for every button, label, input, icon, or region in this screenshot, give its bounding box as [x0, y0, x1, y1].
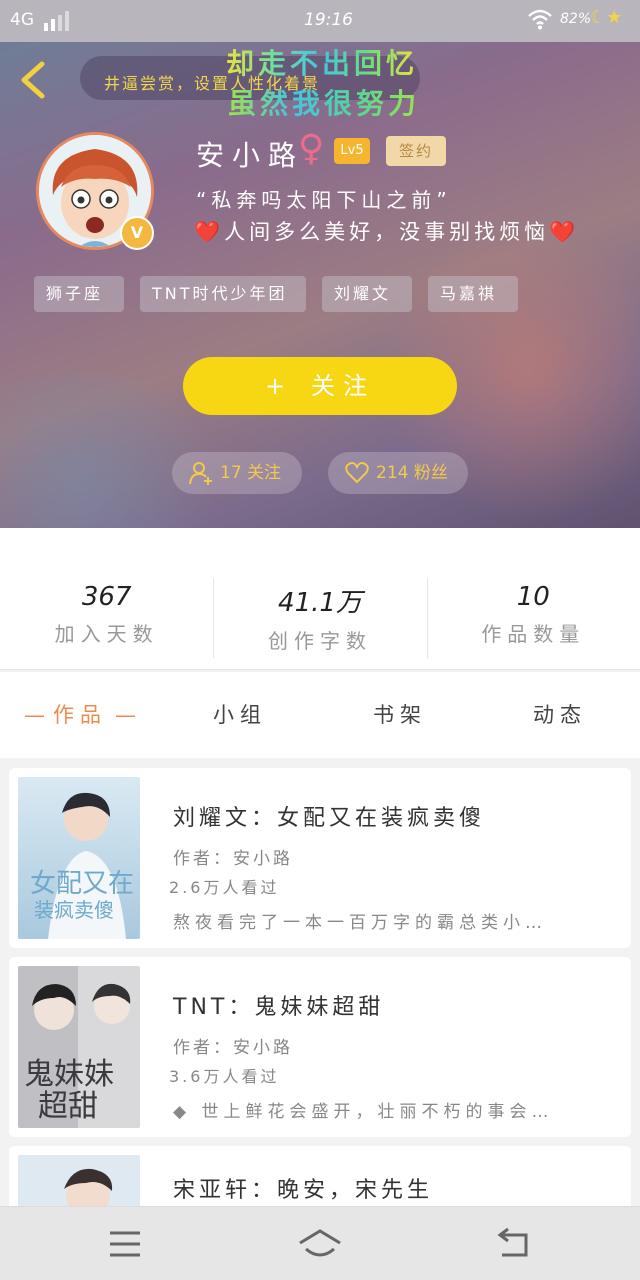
return-icon: [497, 1227, 528, 1257]
fans-count: 214 粉丝: [376, 463, 448, 483]
moon-stars-icon: ☾★: [590, 7, 623, 28]
book-cover: 女配又在 装疯卖傻: [18, 777, 140, 939]
profile-header: 井逼尝赏，设置人性化着景 却走不出回忆 虽然我很努力 V 安小路 ♀ Lv5 签…: [0, 42, 640, 528]
list-item[interactable]: 鬼妹妹 超甜 TNT：鬼妹妹超甜 作者：安小路 3.6万人看过 ◆ 世上鲜花会盛…: [9, 957, 631, 1137]
list-item[interactable]: 宋亚轩：晚安，宋先生: [9, 1146, 631, 1206]
home-button[interactable]: [296, 1227, 344, 1261]
stat-label: 创作字数: [267, 629, 372, 653]
tag-item[interactable]: 狮子座: [34, 276, 124, 312]
stat-value: 10: [516, 582, 550, 612]
tag-list: 狮子座 TNT时代少年团 刘耀文 马嘉祺: [34, 276, 518, 312]
tab-works[interactable]: 作品: [0, 672, 160, 758]
clock: 19:16: [304, 10, 353, 30]
work-title: 宋亚轩：晚安，宋先生: [173, 1178, 434, 1203]
following-count: 17 关注: [220, 463, 282, 483]
stat-value: 41.1万: [278, 588, 362, 618]
work-desc: 熬夜看完了一本一百万字的霸总类小…: [173, 913, 547, 933]
overlay-text-line1: 却走不出回忆: [226, 42, 418, 82]
vip-badge: V: [120, 216, 154, 250]
signed-badge: 签约: [386, 136, 446, 166]
tag-item[interactable]: TNT时代少年团: [140, 276, 306, 312]
book-cover: [18, 1155, 140, 1206]
female-icon: ♀: [298, 128, 325, 169]
bio-line1: “私奔吗太阳下山之前”: [196, 188, 452, 212]
overlay-text-line2: 虽然我很努力: [228, 82, 420, 122]
stat-label: 加入天数: [54, 622, 159, 646]
work-desc: ◆ 世上鲜花会盛开，壮丽不朽的事会…: [173, 1102, 554, 1122]
add-user-icon: [189, 462, 212, 485]
chevron-left-icon: [21, 61, 45, 99]
stat-works-count: 10 作品数量: [426, 528, 640, 669]
level-badge: Lv5: [334, 138, 370, 164]
following-count-button[interactable]: 17 关注: [172, 452, 302, 494]
battery-level: 82%: [560, 11, 592, 27]
work-author: 作者：安小路: [173, 1038, 293, 1058]
tag-item[interactable]: 刘耀文: [322, 276, 412, 312]
bio-line2: ❤️人间多么美好，没事别找烦恼❤️: [194, 220, 580, 244]
work-author: 作者：安小路: [173, 849, 293, 869]
svg-text:超甜: 超甜: [38, 1089, 98, 1124]
menu-icon: [110, 1231, 140, 1257]
stat-word-count: 41.1万 创作字数: [213, 528, 426, 669]
tab-bookshelf[interactable]: 书架: [320, 672, 480, 758]
list-item[interactable]: 女配又在 装疯卖傻 刘耀文：女配又在装疯卖傻 作者：安小路 2.6万人看过 熬夜…: [9, 768, 631, 948]
signal-icon: [44, 11, 69, 31]
follow-button[interactable]: + 关注: [183, 357, 457, 415]
work-title: TNT：鬼妹妹超甜: [173, 995, 385, 1020]
work-title: 刘耀文：女配又在装疯卖傻: [173, 806, 486, 831]
menu-button[interactable]: [102, 1227, 150, 1261]
stats-bar: 367 加入天数 41.1万 创作字数 10 作品数量: [0, 528, 640, 670]
system-nav-bar: [0, 1206, 640, 1280]
status-bar: 4G 19:16 82% ☾★: [0, 0, 640, 42]
tab-activity[interactable]: 动态: [480, 672, 640, 758]
follow-label: 关注: [311, 372, 376, 400]
profile-tabs: 作品 小组 书架 动态: [0, 672, 640, 758]
plus-icon: +: [264, 372, 294, 400]
return-button[interactable]: [490, 1227, 538, 1261]
wifi-icon: [527, 8, 553, 35]
back-button[interactable]: [14, 58, 54, 102]
tab-groups[interactable]: 小组: [160, 672, 320, 758]
fans-count-button[interactable]: 214 粉丝: [328, 452, 468, 494]
home-icon: [299, 1229, 341, 1257]
book-cover: 鬼妹妹 超甜: [18, 966, 140, 1128]
work-views: 2.6万人看过: [169, 878, 280, 897]
stat-value: 367: [81, 582, 132, 612]
network-type: 4G: [10, 10, 34, 30]
work-views: 3.6万人看过: [169, 1067, 280, 1086]
svg-text:女配又在: 女配又在: [30, 869, 134, 899]
svg-text:装疯卖傻: 装疯卖傻: [34, 898, 114, 922]
stat-label: 作品数量: [481, 622, 586, 646]
svg-text:鬼妹妹: 鬼妹妹: [24, 1057, 114, 1092]
stat-join-days: 367 加入天数: [0, 528, 213, 669]
username: 安小路: [196, 139, 305, 172]
works-list: 女配又在 装疯卖傻 刘耀文：女配又在装疯卖傻 作者：安小路 2.6万人看过 熬夜…: [0, 758, 640, 1206]
heart-icon: [345, 462, 369, 484]
tag-item[interactable]: 马嘉祺: [428, 276, 518, 312]
